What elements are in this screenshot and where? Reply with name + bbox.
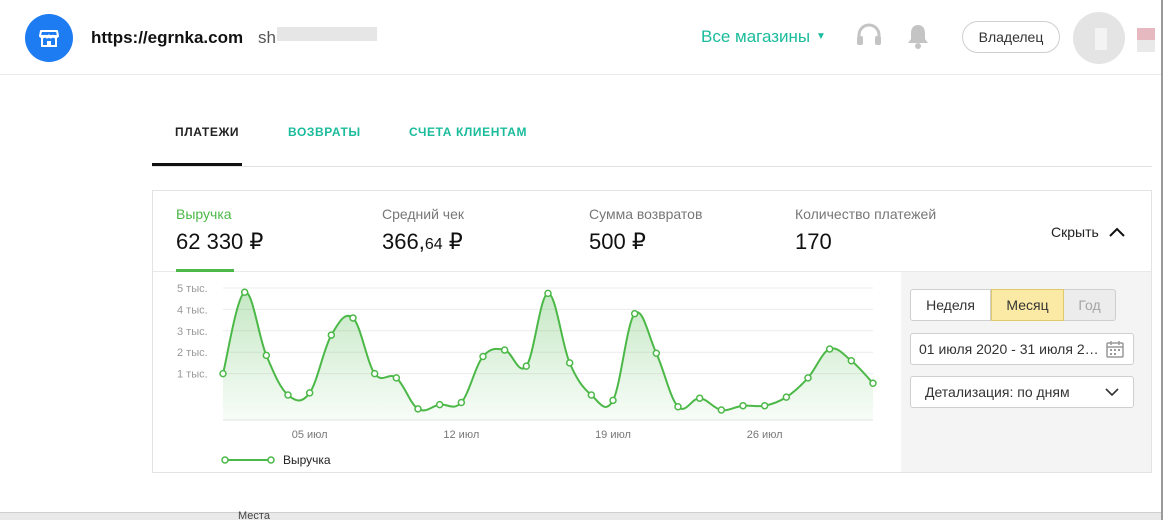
revenue-chart: 1 тыс. 2 тыс. 3 тыс. 4 тыс. 5 тыс. 05 июл 12 и… (153, 272, 901, 472)
avatar[interactable] (1073, 12, 1125, 64)
data-point[interactable] (479, 352, 487, 361)
data-point[interactable] (652, 349, 661, 358)
stat-value: 366,64 ₽ (382, 229, 463, 254)
date-range-text: 01 июля 2020 - 31 июля 2020 (919, 341, 1101, 357)
hide-label: Скрыть (1051, 224, 1099, 240)
stat-value: 62 330 ₽ (176, 229, 264, 254)
stat-revenue[interactable]: Выручка 62 330 ₽ (176, 206, 263, 255)
site-name-partial: sh (258, 28, 276, 47)
bottom-label: Места (238, 510, 270, 520)
data-point[interactable] (522, 362, 531, 370)
data-point[interactable] (414, 405, 422, 413)
data-point[interactable] (500, 346, 509, 354)
data-point[interactable] (262, 351, 271, 360)
data-point[interactable] (869, 379, 877, 387)
stat-label: Количество платежей (795, 206, 937, 222)
top-header: https://egrnka.com sh Все магазины ▼ Вла… (0, 0, 1163, 75)
data-point[interactable] (695, 394, 704, 402)
bell-icon[interactable] (905, 22, 931, 50)
data-point[interactable] (630, 309, 639, 318)
data-point[interactable] (674, 403, 682, 411)
data-point[interactable] (847, 357, 856, 365)
stat-label: Средний чек (382, 206, 465, 222)
legend-marker (221, 456, 229, 464)
data-point[interactable] (327, 331, 336, 339)
detail-dropdown[interactable]: Детализация: по дням (910, 376, 1134, 408)
data-point[interactable] (370, 369, 379, 378)
chart-controls: Неделя Месяц Год 01 июля 2020 - 31 июля … (901, 272, 1151, 472)
period-month-button[interactable]: Месяц (991, 289, 1064, 321)
redacted-text (1137, 28, 1155, 40)
storefront-icon (39, 30, 59, 47)
section-tabs: ПЛАТЕЖИ ВОЗВРАТЫ СЧЕТА КЛИЕНТАМ (152, 110, 1152, 167)
y-tick-label: 2 тыс. (177, 347, 208, 359)
stat-payments-count[interactable]: Количество платежей 170 (795, 206, 936, 255)
stat-label: Сумма возвратов (589, 206, 703, 222)
all-shops-dropdown[interactable]: Все магазины (701, 27, 810, 47)
x-tick-label: 05 июл (292, 429, 328, 441)
bottom-window-strip (0, 512, 1163, 520)
stat-average-check[interactable]: Средний чек 366,64 ₽ (382, 206, 464, 255)
data-point[interactable] (392, 374, 401, 382)
active-tab-indicator (152, 163, 242, 166)
headset-icon[interactable] (855, 22, 883, 50)
date-range-input[interactable]: 01 июля 2020 - 31 июля 2020 (910, 333, 1134, 365)
data-point[interactable] (565, 359, 574, 367)
x-tick-label: 12 июл (443, 429, 479, 441)
revenue-chart-svg: 1 тыс. 2 тыс. 3 тыс. 4 тыс. 5 тыс. 05 июл 12 и… (177, 283, 877, 467)
data-point[interactable] (804, 374, 812, 382)
series-area (223, 292, 873, 420)
site-url: https://egrnka.com (91, 28, 244, 47)
data-point[interactable] (739, 401, 747, 410)
detail-label: Детализация: по дням (925, 384, 1070, 400)
data-point[interactable] (760, 401, 769, 410)
data-point[interactable] (457, 398, 466, 407)
redacted-text (277, 27, 377, 41)
redacted-text (1137, 40, 1155, 52)
owner-button[interactable]: Владелец (962, 21, 1060, 53)
stat-label: Выручка (176, 206, 232, 222)
stats-summary: Выручка 62 330 ₽ Средний чек 366,64 ₽ Су… (153, 191, 1151, 272)
chevron-down-icon (1105, 388, 1119, 396)
x-tick-label: 26 июл (747, 429, 783, 441)
data-point[interactable] (240, 288, 249, 297)
legend-label: Выручка (283, 453, 331, 467)
caret-down-icon: ▼ (816, 31, 826, 42)
y-tick-label: 3 тыс. (177, 326, 208, 338)
tab-client-invoices[interactable]: СЧЕТА КЛИЕНТАМ (409, 125, 527, 139)
chart-legend[interactable]: Выручка (221, 453, 331, 467)
y-tick-label: 1 тыс. (177, 369, 208, 381)
period-selector: Неделя Месяц Год (910, 289, 1116, 321)
legend-marker (267, 456, 275, 464)
tab-refunds[interactable]: ВОЗВРАТЫ (288, 125, 361, 139)
period-week-button[interactable]: Неделя (910, 289, 991, 321)
chevron-up-icon (1109, 227, 1125, 237)
stat-refunds-sum[interactable]: Сумма возвратов 500 ₽ (589, 206, 702, 255)
data-point[interactable] (587, 391, 596, 399)
period-year-button[interactable]: Год (1064, 289, 1116, 321)
data-point[interactable] (825, 345, 834, 353)
x-tick-label: 19 июл (595, 429, 631, 441)
data-point[interactable] (544, 289, 552, 298)
y-tick-label: 4 тыс. (177, 304, 208, 316)
data-point[interactable] (782, 393, 791, 401)
data-point[interactable] (305, 389, 314, 397)
shop-logo[interactable] (25, 14, 73, 62)
data-point[interactable] (284, 391, 292, 399)
tab-payments[interactable]: ПЛАТЕЖИ (175, 125, 239, 139)
data-point[interactable] (349, 314, 357, 322)
data-point[interactable] (219, 369, 227, 378)
stat-value: 170 (795, 229, 832, 254)
data-point[interactable] (717, 406, 726, 414)
stats-panel: Выручка 62 330 ₽ Средний чек 366,64 ₽ Су… (152, 190, 1152, 473)
data-point[interactable] (609, 396, 617, 405)
hide-chart-button[interactable]: Скрыть (1051, 224, 1125, 240)
calendar-icon[interactable] (1105, 339, 1125, 359)
y-tick-label: 5 тыс. (177, 283, 208, 295)
stat-value: 500 ₽ (589, 229, 646, 254)
data-point[interactable] (435, 400, 444, 409)
